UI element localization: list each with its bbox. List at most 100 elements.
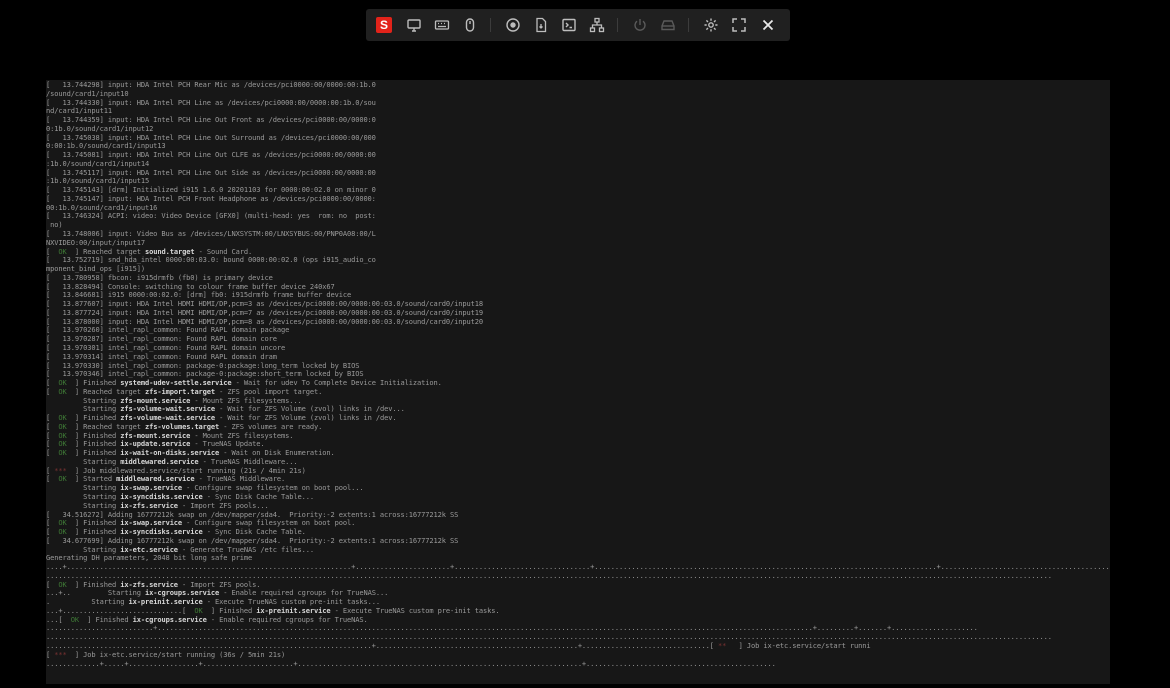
console-line: Starting ix-syncdisks.service - Sync Dis… [46,493,1110,502]
console-text: [ [46,387,59,396]
console-text: ...+.. Starting [46,589,145,598]
console-text: [ 13.828494] Console: switching to colou… [46,282,335,291]
power-icon[interactable] [631,16,649,34]
console-line: 0:00:1b.0/sound/card1/input13 [46,142,1110,151]
console-line: [ 13.748006] input: Video Bus as /device… [46,230,1110,239]
network-icon[interactable] [588,16,606,34]
console-text: [ [46,414,59,423]
console-line: [ 13.744359] input: HDA Intel PCH Line O… [46,116,1110,125]
console-line: [ 13.846681] i915 0000:00:02.0: [drm] fb… [46,291,1110,300]
console-text: - Mount ZFS filesystems... [190,396,302,405]
fullscreen-icon[interactable] [730,16,748,34]
toolbar-divider [617,18,618,32]
console-line: [ 13.745081] input: HDA Intel PCH Line O… [46,151,1110,160]
console-line: ........................................… [46,633,1110,642]
console-text: ] Reached target [66,387,145,396]
console-text: - ZFS volumes are ready. [219,422,323,431]
status-running: *** [54,650,67,659]
console-line: [ 13.970260] intel_rapl_common: Found RA… [46,326,1110,335]
console-text: [ 13.744359] input: HDA Intel PCH Line O… [46,116,376,125]
unit-name: ix-cgroups.service [144,589,220,598]
console-line: [ OK ] Finished ix-syncdisks.service - S… [46,528,1110,537]
unit-name: ix-cgroups.service [132,615,207,624]
console-line: [ 13.970346] intel_rapl_common: package-… [46,370,1110,379]
console-output[interactable]: [ 13.744298] input: HDA Intel PCH Rear M… [46,80,1110,684]
console-line: [ 13.877724] input: HDA Intel HDMI HDMI/… [46,309,1110,318]
mouse-icon[interactable] [461,16,479,34]
console-text: ] Finished [66,449,121,458]
status-ok: OK [58,379,67,388]
console-text: 0:00:1b.0/sound/card1/input13 [46,142,166,151]
console-line: [ 13.745117] input: HDA Intel PCH Line O… [46,169,1110,178]
console-text: - Wait for udev To Complete Device Initi… [231,379,442,388]
console-text: ] Started [66,475,117,484]
status-ok: OK [194,606,203,615]
console-line: [ OK ] Finished zfs-volume-wait.service … [46,414,1110,423]
console-text: [ [46,422,59,431]
console-line: nd/card1/input11 [46,107,1110,116]
console-text: 0:1b.0/sound/card1/input12 [46,124,154,133]
console-text: [ 13.970287] intel_rapl_common: Found RA… [46,335,277,344]
console-text: - Enable required cgroups for TrueNAS. [206,615,368,624]
console-text: [ [46,449,59,458]
console-line: Starting ix-etc.service - Generate TrueN… [46,546,1110,555]
keyboard-icon[interactable] [433,16,451,34]
status-running: *** [54,466,67,475]
display-icon[interactable] [405,16,423,34]
unit-name: zfs-mount.service [120,396,191,405]
close-icon[interactable] [759,16,777,34]
console-text: [ 13.877607] input: HDA Intel HDMI HDMI/… [46,300,483,309]
console-text: ] Finished [66,431,121,440]
console-text: 00:1b.0/sound/card1/input16 [46,203,158,212]
unit-name: systemd-udev-settle.service [120,379,232,388]
console-text: [ [46,650,55,659]
console-line: [ OK ] Finished ix-wait-on-disks.service… [46,449,1110,458]
console-text: [ 13.970301] intel_rapl_common: Found RA… [46,343,286,352]
console-line: [ 13.744330] input: HDA Intel PCH Line a… [46,99,1110,108]
console-line: [ OK ] Started middlewared.service - Tru… [46,475,1110,484]
unit-name: middlewared.service [120,457,199,466]
console-text: /sound/card1/input10 [46,89,129,98]
terminal-icon[interactable] [560,16,578,34]
console-text: Starting [46,545,121,554]
console-line: [ *** ] Job middlewared.service/start ru… [46,467,1110,476]
console-text: - Execute TrueNAS custom pre-init tasks.… [202,598,380,607]
console-text: ] Job ix-etc.service/start running (36s … [66,650,286,659]
drive-icon[interactable] [659,16,677,34]
console-text: - Configure swap filesystem on boot pool… [182,484,364,493]
unit-name: sound.target [144,247,195,256]
console-text: Generating DH parameters, 2048 bit long … [46,554,253,563]
console-text: mponent_bind_ops [i915]) [46,265,145,274]
console-line: 00:1b.0/sound/card1/input16 [46,204,1110,213]
status-ok: OK [58,475,67,484]
console-text: ] Finished [66,414,121,423]
console-text: [ 13.744330] input: HDA Intel PCH Line a… [46,98,376,107]
console-text: [ 13.780958] fbcon: i915drmfb (fb0) is p… [46,273,273,282]
settings-icon[interactable] [702,16,720,34]
console-line: Starting ix-swap.service - Configure swa… [46,484,1110,493]
toolbar-divider [688,18,689,32]
console-line: ...+.............................[ OK ] … [46,607,1110,616]
status-ok: OK [58,431,67,440]
console-text: ] Reached target [66,422,145,431]
console-text: ] Finished [79,615,133,624]
console-line: [ 13.745038] input: HDA Intel PCH Line O… [46,134,1110,143]
console-text: - Configure swap filesystem on boot pool… [182,519,356,528]
status-ok: OK [58,387,67,396]
console-text: ....+...................................… [46,563,1110,572]
file-transfer-icon[interactable] [532,16,550,34]
unit-name: ix-zfs.service [120,501,178,510]
console-text: Starting [46,484,121,493]
console-text: nd/card1/input11 [46,107,112,116]
console-text: - Mount ZFS filesystems. [190,431,294,440]
console-line: ..........................+.............… [46,624,1110,633]
console-text: [ 13.745081] input: HDA Intel PCH Line O… [46,151,376,160]
console-text: Starting [46,457,121,466]
status-ok: OK [58,519,67,528]
record-icon[interactable] [504,16,522,34]
unit-name: ix-swap.service [120,484,183,493]
console-line: . Starting ix-preinit.service - Execute … [46,598,1110,607]
console-text: [ 13.970346] intel_rapl_common: package-… [46,370,364,379]
console-text: [ 13.748006] input: Video Bus as /device… [46,230,376,239]
unit-name: ix-zfs.service [120,580,178,589]
